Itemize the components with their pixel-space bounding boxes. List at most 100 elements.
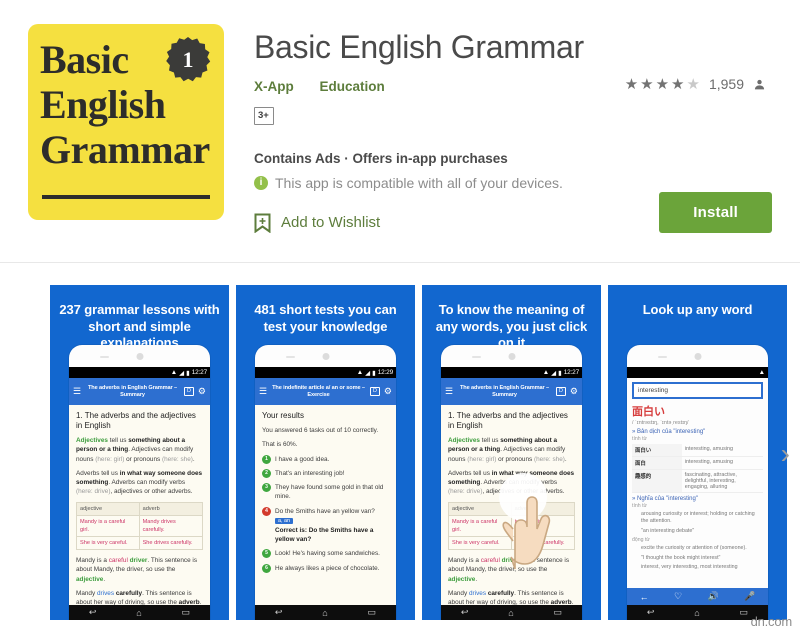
phone-top-bezel (627, 345, 768, 367)
app-icon: Basic English Grammar 1 (28, 24, 224, 220)
screenshot-item[interactable]: Look up any word ▲ interesting 面白い / ˈɪn… (608, 285, 787, 620)
table-cell: Mandy is a careful girl. (448, 514, 512, 538)
toolbar-title: The indefinite article a/ an or some – E… (272, 384, 365, 398)
result-text: They have found some gold in that old mi… (275, 484, 384, 501)
lesson-paragraph: Adverbs tell us in what way someone does… (76, 469, 203, 496)
wifi-icon: ▲ (758, 369, 765, 376)
wifi-icon: ▲ (542, 369, 550, 376)
table-row: She is very careful. She drives carefully… (448, 536, 576, 551)
phone-top-bezel (441, 345, 582, 367)
screenshot-item[interactable]: 481 short tests you can test your knowle… (236, 285, 415, 620)
battery-icon: ▮ (186, 369, 190, 377)
table-cell: 面白い (632, 444, 682, 457)
table-cell: She is very careful. (76, 536, 140, 551)
app-info: Basic English Grammar X-App Education ★ … (224, 24, 780, 233)
dictionary-search-input[interactable]: interesting (632, 382, 763, 399)
list-item: 3 They have found some gold in that old m… (262, 483, 389, 502)
lesson-heading: 1. The adverbs and the adjectives in Eng… (76, 411, 196, 430)
lesson-content: 1. The adverbs and the adjectives in Eng… (441, 405, 582, 620)
lesson-paragraph: Adjectives tell us something about a per… (448, 437, 567, 463)
star-icon-empty: ★ (686, 75, 700, 93)
screenshot-item[interactable]: 237 grammar lessons with short and simpl… (50, 285, 229, 620)
gear-icon[interactable]: ⚙ (198, 386, 206, 397)
table-cell: fascinating, attractive, delightful, int… (681, 469, 763, 493)
back-icon[interactable]: ↩ (275, 607, 283, 618)
screenshot-item[interactable]: To know the meaning of any words, you ju… (422, 285, 601, 620)
results-summary-line: You answered 6 tasks out of 10 correctly… (262, 427, 379, 434)
dictionary-related: interest, very interesting, most interes… (641, 564, 738, 571)
dictionary-definition: excite the curiosity or attention of (so… (641, 545, 747, 552)
dictionary-toggle-icon[interactable]: D (369, 386, 380, 397)
phone-top-bezel (255, 345, 396, 367)
gear-icon[interactable]: ⚙ (570, 386, 578, 397)
menu-list-icon[interactable]: ☰ (259, 386, 267, 397)
home-icon[interactable]: ⌂ (322, 608, 327, 618)
dictionary-toggle-icon[interactable]: D (183, 386, 194, 397)
watermark: dn.com (750, 614, 793, 629)
phone-top-bezel (69, 345, 210, 367)
star-icon: ★ (640, 75, 654, 93)
recents-icon[interactable]: ▭ (182, 607, 191, 618)
recents-icon[interactable]: ▭ (740, 607, 749, 618)
table-header: adverb (138, 501, 204, 516)
star-rating: ★ ★ ★ ★ ★ (625, 77, 700, 92)
developer-link[interactable]: X-App (254, 79, 294, 94)
back-icon[interactable]: ↩ (461, 607, 469, 618)
result-number: 5 (262, 549, 271, 559)
table-cell: 面白 (632, 456, 682, 470)
list-item: 1 I have a good idea. (262, 454, 389, 464)
table-header: adjective (76, 501, 140, 516)
wifi-icon: ▲ (356, 369, 364, 376)
phone-camera (694, 353, 701, 360)
table-cell: Mandy is a careful girl. (76, 514, 140, 538)
heart-icon[interactable]: ♡ (674, 591, 682, 602)
bookmark-icon (254, 213, 271, 233)
microphone-icon[interactable]: 🎤 (744, 591, 755, 602)
recents-icon[interactable]: ▭ (554, 607, 563, 618)
menu-list-icon[interactable]: ☰ (73, 386, 81, 397)
speaker-icon[interactable]: 🔊 (707, 591, 718, 602)
dictionary-phonetic: / ˈɪntrəstɪŋ, ˈɪntəˌrestɪŋ/ (632, 420, 689, 426)
battery-icon: ▮ (558, 369, 562, 377)
status-time: 12:27 (563, 369, 579, 376)
app-toolbar: ☰ The adverbs in English Grammar – Summa… (69, 378, 210, 405)
dictionary-quote: "an interesting debate" (641, 527, 695, 534)
phone-speaker (472, 356, 482, 358)
result-number: 3 (262, 483, 271, 493)
result-correction: Correct is: Do the Smiths have a yellow … (275, 526, 374, 544)
back-icon[interactable]: ↩ (89, 607, 97, 618)
table-cell: Mandy drives carefully. (138, 514, 204, 538)
toolbar-title: The adverbs in English Grammar – Summary (459, 384, 550, 398)
dictionary-toggle-icon[interactable]: D (555, 386, 566, 397)
battery-icon: ▮ (372, 369, 376, 377)
page-title: Basic English Grammar (254, 29, 584, 65)
info-icon: i (254, 175, 268, 190)
dictionary-quote: "I thought the book might interest" (641, 554, 721, 561)
back-icon[interactable]: ↩ (647, 607, 655, 618)
lesson-content: 1. The adverbs and the adjectives in Eng… (69, 405, 210, 620)
home-icon[interactable]: ⌂ (508, 608, 513, 618)
phone-mockup: ▲ ◢ ▮ 12:27 ☰ The adverbs in English Gra… (69, 345, 210, 620)
rating-count: 1,959 (708, 76, 744, 92)
back-arrow-icon[interactable]: ← (640, 592, 649, 602)
app-icon-line3: Grammar (40, 126, 210, 172)
category-link[interactable]: Education (320, 79, 385, 94)
table-cell: She is very careful. (448, 536, 512, 551)
phone-mockup: ▲ ◢ ▮ 12:27 ☰ The adverbs in English Gra… (441, 345, 582, 620)
dictionary-action-bar: ← ♡ 🔊 🎤 (627, 588, 768, 605)
menu-list-icon[interactable]: ☰ (445, 386, 453, 397)
carousel-next-button[interactable]: › (781, 440, 790, 468)
status-time: 12:29 (377, 369, 393, 376)
table-header: adjective (448, 501, 512, 516)
gear-icon[interactable]: ⚙ (384, 386, 392, 397)
list-item: 6 He always likes a piece of chocolate. (262, 563, 389, 573)
home-icon[interactable]: ⌂ (694, 608, 699, 618)
table-row: 趣感的 fascinating, attractive, delightful, … (632, 469, 763, 493)
install-button[interactable]: Install (659, 192, 772, 233)
screenshot-carousel[interactable]: 237 grammar lessons with short and simpl… (50, 285, 787, 620)
table-cell: 趣感的 (632, 469, 682, 493)
android-status-bar: ▲ ◢ ▮ 12:29 (255, 367, 396, 378)
table-row: Mandy is a careful girl. Mandy drives car… (76, 514, 204, 538)
home-icon[interactable]: ⌂ (136, 608, 141, 618)
recents-icon[interactable]: ▭ (368, 607, 377, 618)
